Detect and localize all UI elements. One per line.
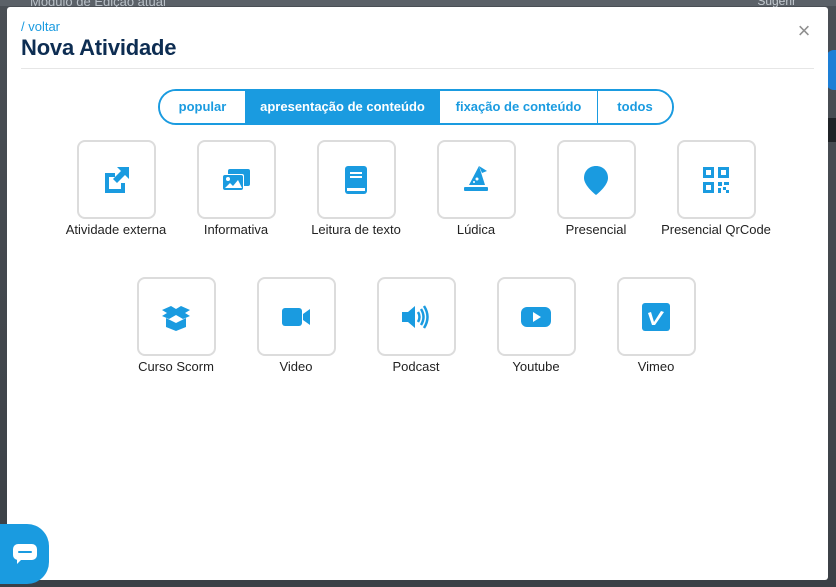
activity-podcast-label: Podcast — [392, 359, 440, 374]
activity-scorm-course-tile[interactable] — [136, 277, 216, 356]
header-divider — [21, 68, 814, 69]
activity-vimeo-label: Vimeo — [637, 359, 675, 374]
activity-ludic[interactable]: Lúdica — [416, 140, 536, 237]
activity-external-label: Atividade externa — [65, 222, 167, 237]
tab-popular[interactable]: popular — [160, 91, 246, 123]
vimeo-icon — [642, 302, 670, 331]
activity-podcast[interactable]: Podcast — [356, 277, 476, 374]
activity-in-person-label: Presencial — [565, 222, 627, 237]
tab-content-fixation[interactable]: fixação de conteúdo — [440, 91, 598, 123]
activity-external-tile[interactable] — [76, 140, 156, 219]
book-icon — [345, 165, 367, 194]
activity-video[interactable]: Video — [236, 277, 356, 374]
qrcode-icon — [703, 166, 729, 193]
video-camera-icon — [282, 307, 310, 326]
images-icon — [222, 168, 250, 191]
volume-up-icon — [402, 304, 429, 329]
map-marker-icon — [584, 165, 608, 195]
new-activity-modal: / voltar Nova Atividade × popular aprese… — [7, 7, 828, 580]
modal-title: Nova Atividade — [21, 35, 177, 60]
activity-in-person[interactable]: Presencial — [536, 140, 656, 237]
tab-all[interactable]: todos — [598, 91, 672, 123]
activity-scorm-course[interactable]: Curso Scorm — [116, 277, 236, 374]
box-open-icon — [162, 305, 190, 331]
activity-vimeo[interactable]: Vimeo — [596, 277, 716, 374]
activity-ludic-label: Lúdica — [456, 222, 496, 237]
activity-scorm-course-label: Curso Scorm — [138, 359, 214, 374]
activity-external[interactable]: Atividade externa — [56, 140, 176, 237]
activity-in-person-qrcode-label: Presencial QrCode — [661, 222, 771, 237]
activity-podcast-tile[interactable] — [376, 277, 456, 356]
chat-bubble-icon — [12, 544, 37, 564]
activity-in-person-qrcode[interactable]: Presencial QrCode — [656, 140, 776, 237]
activity-in-person-qrcode-tile[interactable] — [676, 140, 756, 219]
activity-video-tile[interactable] — [256, 277, 336, 356]
wizard-hat-icon — [464, 165, 488, 191]
external-link-icon — [105, 166, 129, 193]
activity-in-person-tile[interactable] — [556, 140, 636, 219]
activity-youtube[interactable]: Youtube — [476, 277, 596, 374]
back-link[interactable]: / voltar — [21, 19, 60, 34]
activity-text-reading-tile[interactable] — [316, 140, 396, 219]
close-icon[interactable]: × — [794, 20, 814, 42]
activity-text-reading-label: Leitura de texto — [311, 222, 401, 237]
category-tabs: popular apresentação de conteúdo fixação… — [158, 89, 674, 125]
activity-vimeo-tile[interactable] — [616, 277, 696, 356]
activity-ludic-tile[interactable] — [436, 140, 516, 219]
activity-youtube-label: Youtube — [512, 359, 560, 374]
youtube-icon — [521, 306, 551, 327]
chat-widget-button[interactable] — [0, 524, 49, 584]
activity-youtube-tile[interactable] — [496, 277, 576, 356]
activity-text-reading[interactable]: Leitura de texto — [296, 140, 416, 237]
activity-video-label: Video — [279, 359, 313, 374]
activity-informative-label: Informativa — [203, 222, 269, 237]
tab-content-presentation[interactable]: apresentação de conteúdo — [246, 91, 440, 123]
activity-informative[interactable]: Informativa — [176, 140, 296, 237]
activity-informative-tile[interactable] — [196, 140, 276, 219]
